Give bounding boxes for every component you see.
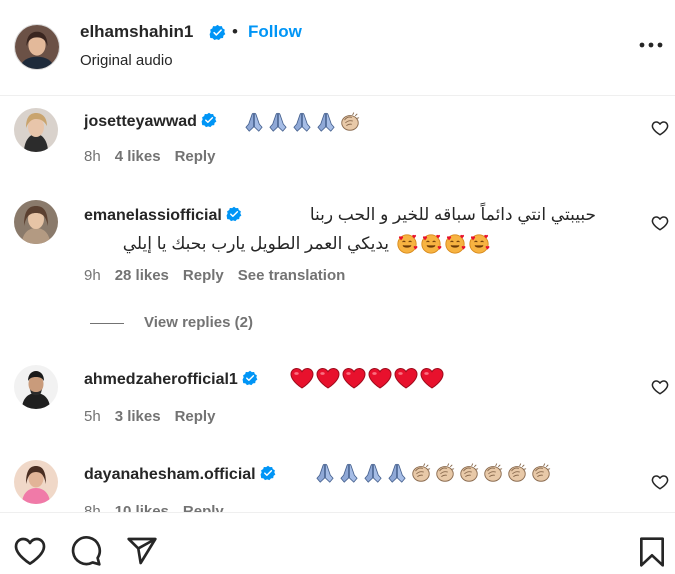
comment-time[interactable]: 8h [84,148,101,165]
smiling-face-hearts-icon [420,233,442,255]
comment-likes[interactable]: 3 likes [115,408,161,425]
like-comment-heart-icon[interactable] [651,473,669,491]
view-replies-label[interactable]: View replies (2) [144,314,253,331]
avatar-image [14,460,58,504]
verified-badge-icon [242,370,258,386]
comment-emojis [313,462,553,486]
follow-button[interactable]: Follow [248,22,302,42]
comment-username-text[interactable]: dayanahesham.official [84,466,256,483]
folded-hands-icon [291,111,313,133]
comment-text-line2: يديكي العمر الطويل يارب بحبك يا إيلي [122,234,389,253]
separator-dot: • [232,22,238,41]
clapping-hands-icon [506,462,528,484]
comment-time[interactable]: 9h [84,267,101,284]
clapping-hands-icon [458,462,480,484]
comment-meta: 5h 3 likes Reply [84,408,229,425]
clapping-hands-icon [410,462,432,484]
reply-button[interactable]: Reply [183,503,224,512]
comment-item: josetteyawwad 8h 4 likes Reply [0,100,675,180]
clapping-hands-icon [339,111,361,133]
avatar[interactable] [14,24,60,70]
avatar[interactable] [14,365,58,409]
avatar-image [15,25,59,69]
avatar-image [14,365,58,409]
smiling-face-hearts-icon [396,233,418,255]
comment-username[interactable]: ahmedzaherofficial1 [84,370,258,389]
smiling-face-hearts-icon [468,233,490,255]
smiling-face-hearts-icon [444,233,466,255]
comment-username[interactable]: josetteyawwad [84,112,217,131]
like-comment-heart-icon[interactable] [651,378,669,396]
verified-badge-icon [201,112,217,128]
comment-item: ahmedzaherofficial1 5h 3 likes Reply [0,355,675,435]
clapping-hands-icon [434,462,456,484]
avatar[interactable] [14,200,58,244]
heart-outline-icon[interactable] [14,536,46,566]
red-heart-icon [290,367,314,389]
more-options-icon[interactable] [638,34,664,54]
post-action-bar [0,512,675,574]
see-translation-button[interactable]: See translation [238,267,346,284]
comment-meta: 8h 10 likes Reply [84,503,238,512]
comment-item: dayanahesham.official 8h 10 likes Reply [0,450,675,512]
comment-emojis [242,111,362,135]
avatar-image [14,108,58,152]
reply-button[interactable]: Reply [175,408,216,425]
folded-hands-icon [386,462,408,484]
red-heart-icon [342,367,366,389]
post-author-username[interactable]: elhamshahin1 [80,22,193,42]
avatar[interactable] [14,460,58,504]
folded-hands-icon [267,111,289,133]
comment-text-line2-row: يديكي العمر الطويل يارب بحبك يا إيلي [84,232,524,258]
clapping-hands-icon [530,462,552,484]
comment-likes[interactable]: 28 likes [115,267,169,284]
comment-meta: 9h 28 likes Reply See translation [84,267,359,284]
view-replies-button[interactable]: View replies (2) [90,314,253,331]
folded-hands-icon [338,462,360,484]
post-header: elhamshahin1 • Follow Original audio [0,0,675,96]
folded-hands-icon [243,111,265,133]
comment-meta: 8h 4 likes Reply [84,148,229,165]
comment-time[interactable]: 8h [84,503,101,512]
comment-username-text[interactable]: josetteyawwad [84,113,197,130]
red-heart-icon [316,367,340,389]
avatar[interactable] [14,108,58,152]
original-audio-link[interactable]: Original audio [80,52,173,69]
reply-button[interactable]: Reply [183,267,224,284]
comment-likes[interactable]: 10 likes [115,503,169,512]
avatar-image [14,200,58,244]
comment-username-text[interactable]: emanelassiofficial [84,207,222,224]
comment-username[interactable]: emanelassiofficial [84,206,242,225]
reply-button[interactable]: Reply [175,148,216,165]
bookmark-icon[interactable] [637,536,667,568]
folded-hands-icon [314,462,336,484]
folded-hands-icon [362,462,384,484]
like-comment-heart-icon[interactable] [651,119,669,137]
like-comment-heart-icon[interactable] [651,214,669,232]
comment-time[interactable]: 5h [84,408,101,425]
verified-badge-icon [226,206,242,222]
share-icon[interactable] [126,535,158,567]
clapping-hands-icon [482,462,504,484]
comment-emojis [395,233,491,257]
verified-badge-icon [209,24,226,41]
red-heart-icon [394,367,418,389]
comment-likes[interactable]: 4 likes [115,148,161,165]
comment-text-line1: حبيبتي انتي دائماً سباقه للخير و الحب رب… [309,205,596,224]
comment-icon[interactable] [70,535,102,567]
red-heart-icon [420,367,444,389]
replies-line-divider [90,322,124,324]
comment-emojis [289,367,445,391]
verified-badge-icon [260,465,276,481]
folded-hands-icon [315,111,337,133]
comment-username-text[interactable]: ahmedzaherofficial1 [84,371,238,388]
comment-username[interactable]: dayanahesham.official [84,465,276,484]
red-heart-icon [368,367,392,389]
